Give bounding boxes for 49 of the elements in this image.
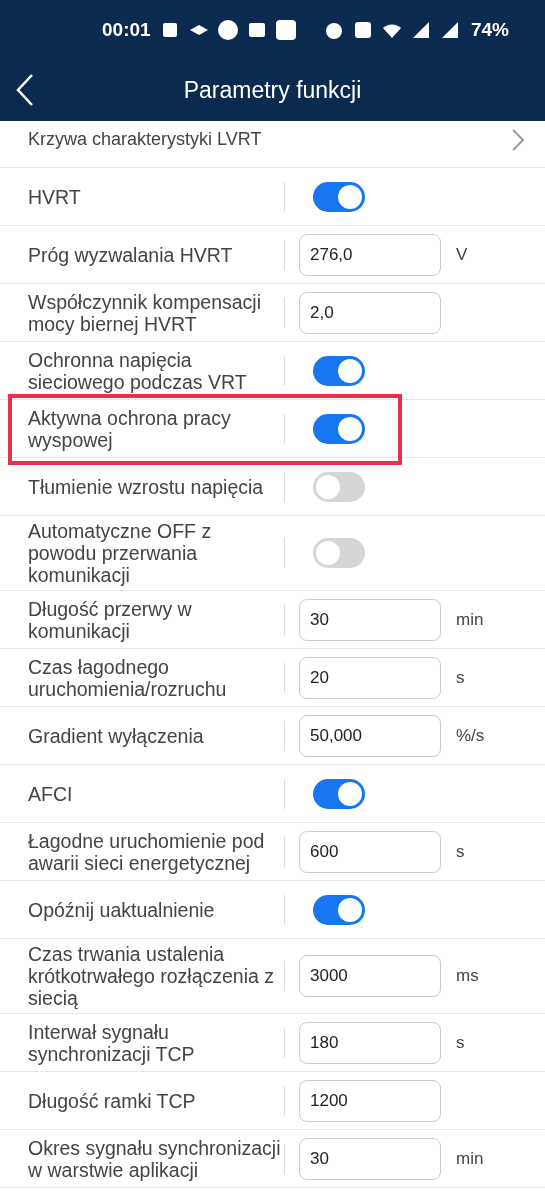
unit-label: s bbox=[456, 667, 465, 688]
chevron-icon[interactable] bbox=[511, 128, 525, 152]
unit-label: s bbox=[456, 1032, 465, 1053]
setting-label: Czas trwania ustalenia krótkotrwałego rozłączenia z siecią bbox=[28, 943, 276, 1009]
setting-label: Automatyczne OFF z powodu przerwania komunikacji bbox=[28, 520, 213, 586]
input-field[interactable]: 1200 bbox=[299, 1079, 441, 1122]
setting-label: Czas łagodnego uruchomienia/rozruchu bbox=[28, 655, 228, 700]
input-field[interactable]: 600 bbox=[299, 830, 441, 873]
setting-label: Ochronna napięcia sieciowego podczas VRT bbox=[28, 348, 248, 393]
setting-label: Długość ramki TCP bbox=[28, 1089, 197, 1112]
setting-label: Interwał sygnału synchronizacji TCP bbox=[28, 1020, 196, 1065]
setting-label: Tłumienie wzrostu napięcia bbox=[28, 475, 265, 498]
unit-label: s bbox=[456, 841, 465, 862]
setting-label: Opóźnij uaktualnienie bbox=[28, 898, 216, 921]
toggle-switch[interactable] bbox=[313, 894, 365, 925]
unit-label: ms bbox=[456, 966, 479, 986]
circle-icon bbox=[217, 20, 238, 40]
battery-level: 74% bbox=[470, 19, 509, 41]
unit-label: min bbox=[456, 609, 484, 630]
input-field[interactable]: 180 bbox=[299, 1021, 441, 1064]
input-field[interactable]: 30 bbox=[299, 598, 441, 641]
setting-label: Próg wyzwalania HVRT bbox=[28, 243, 234, 266]
input-field[interactable]: 3000 bbox=[299, 955, 441, 997]
screen-title: Parametry funkcji bbox=[183, 77, 362, 104]
setting-label: Łagodne uruchomienie pod awarii sieci energetycznej bbox=[28, 829, 266, 874]
input-field[interactable]: 50,000 bbox=[299, 714, 441, 757]
input-field[interactable]: 20 bbox=[299, 656, 441, 699]
status-time: 00:01 bbox=[102, 19, 151, 41]
back-icon[interactable] bbox=[16, 74, 34, 106]
setting-label: HVRT bbox=[28, 185, 82, 208]
input-field[interactable]: 276,0 bbox=[299, 233, 441, 276]
toggle-switch[interactable] bbox=[313, 471, 365, 502]
input-field[interactable]: 2,0 bbox=[299, 291, 441, 334]
toggle-switch[interactable] bbox=[313, 778, 365, 809]
setting-label: AFCI bbox=[28, 782, 74, 805]
input-field[interactable]: 30 bbox=[299, 1137, 441, 1180]
setting-label: Krzywa charakterystyki LVRT bbox=[27, 128, 263, 150]
setting-label: Gradient wyłączenia bbox=[28, 724, 205, 747]
setting-label: Współczynnik kompensacji mocy biernej HVRT bbox=[28, 290, 262, 335]
setting-label: Długość przerwy w komunikacji bbox=[28, 597, 193, 642]
setting-label: Aktywna ochrona pracy wyspowej bbox=[28, 406, 232, 451]
toggle-switch[interactable] bbox=[313, 355, 365, 386]
unit-label: min bbox=[456, 1148, 484, 1169]
unit-label: V bbox=[456, 244, 468, 265]
toggle-switch[interactable] bbox=[313, 538, 365, 568]
toggle-switch[interactable] bbox=[313, 181, 365, 212]
setting-label: Okres sygnału synchronizacji w warstwie aplikacji bbox=[28, 1136, 282, 1181]
unit-label: %/s bbox=[456, 725, 485, 746]
toggle-switch[interactable] bbox=[313, 413, 365, 444]
